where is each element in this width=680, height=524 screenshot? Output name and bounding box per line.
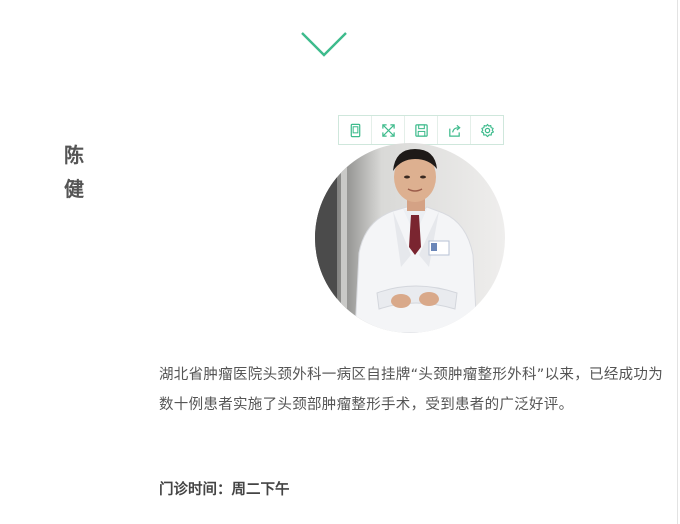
chevron-down-icon [301,32,347,57]
copy-button[interactable] [339,116,372,144]
expand-button[interactable] [372,116,405,144]
clinic-hours: 门诊时间：周二下午 [159,482,290,498]
doctor-bio: 湖北省肿瘤医院头颈外科一病区自挂牌“头颈肿瘤整形外科”以来，已经成功为数十例患者… [159,367,664,413]
doctor-name: 陈健 [64,143,84,201]
share-icon [448,124,461,137]
copy-icon [350,123,360,137]
image-toolbar [338,115,504,145]
settings-button[interactable] [471,116,503,144]
save-button[interactable] [405,116,438,144]
share-button[interactable] [438,116,471,144]
settings-icon [480,123,494,137]
page-edge-divider [677,0,678,524]
doctor-photo [315,143,505,333]
save-icon [414,123,428,137]
expand-icon [381,123,395,137]
